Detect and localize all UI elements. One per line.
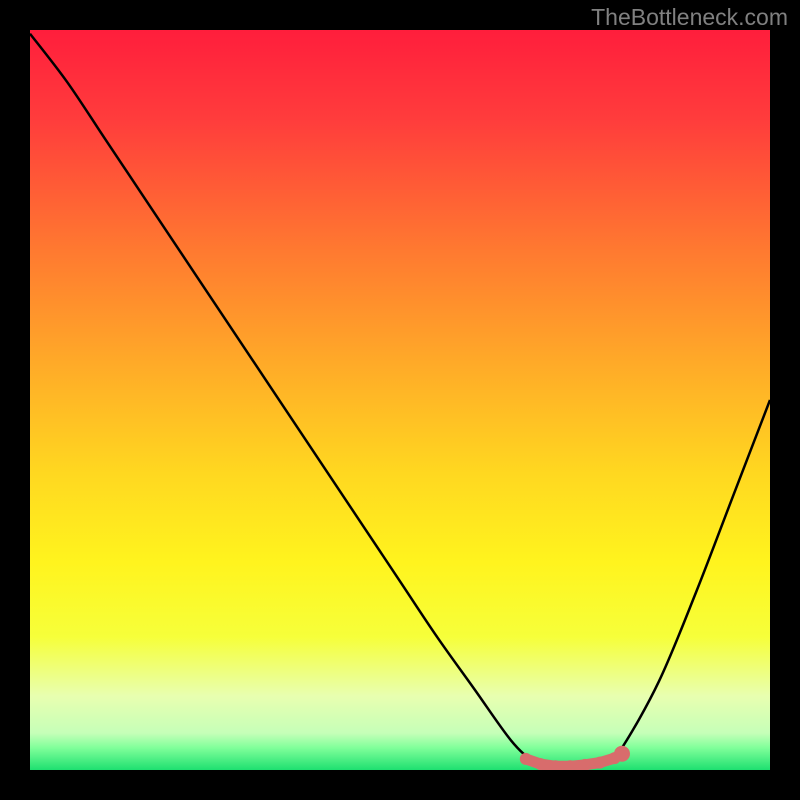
bottleneck-curve [30,30,770,770]
watermark-label: TheBottleneck.com [591,4,788,31]
highlight-segment [520,746,630,770]
plot-area [30,30,770,770]
curve-path [30,34,770,768]
chart-container: TheBottleneck.com [0,0,800,800]
